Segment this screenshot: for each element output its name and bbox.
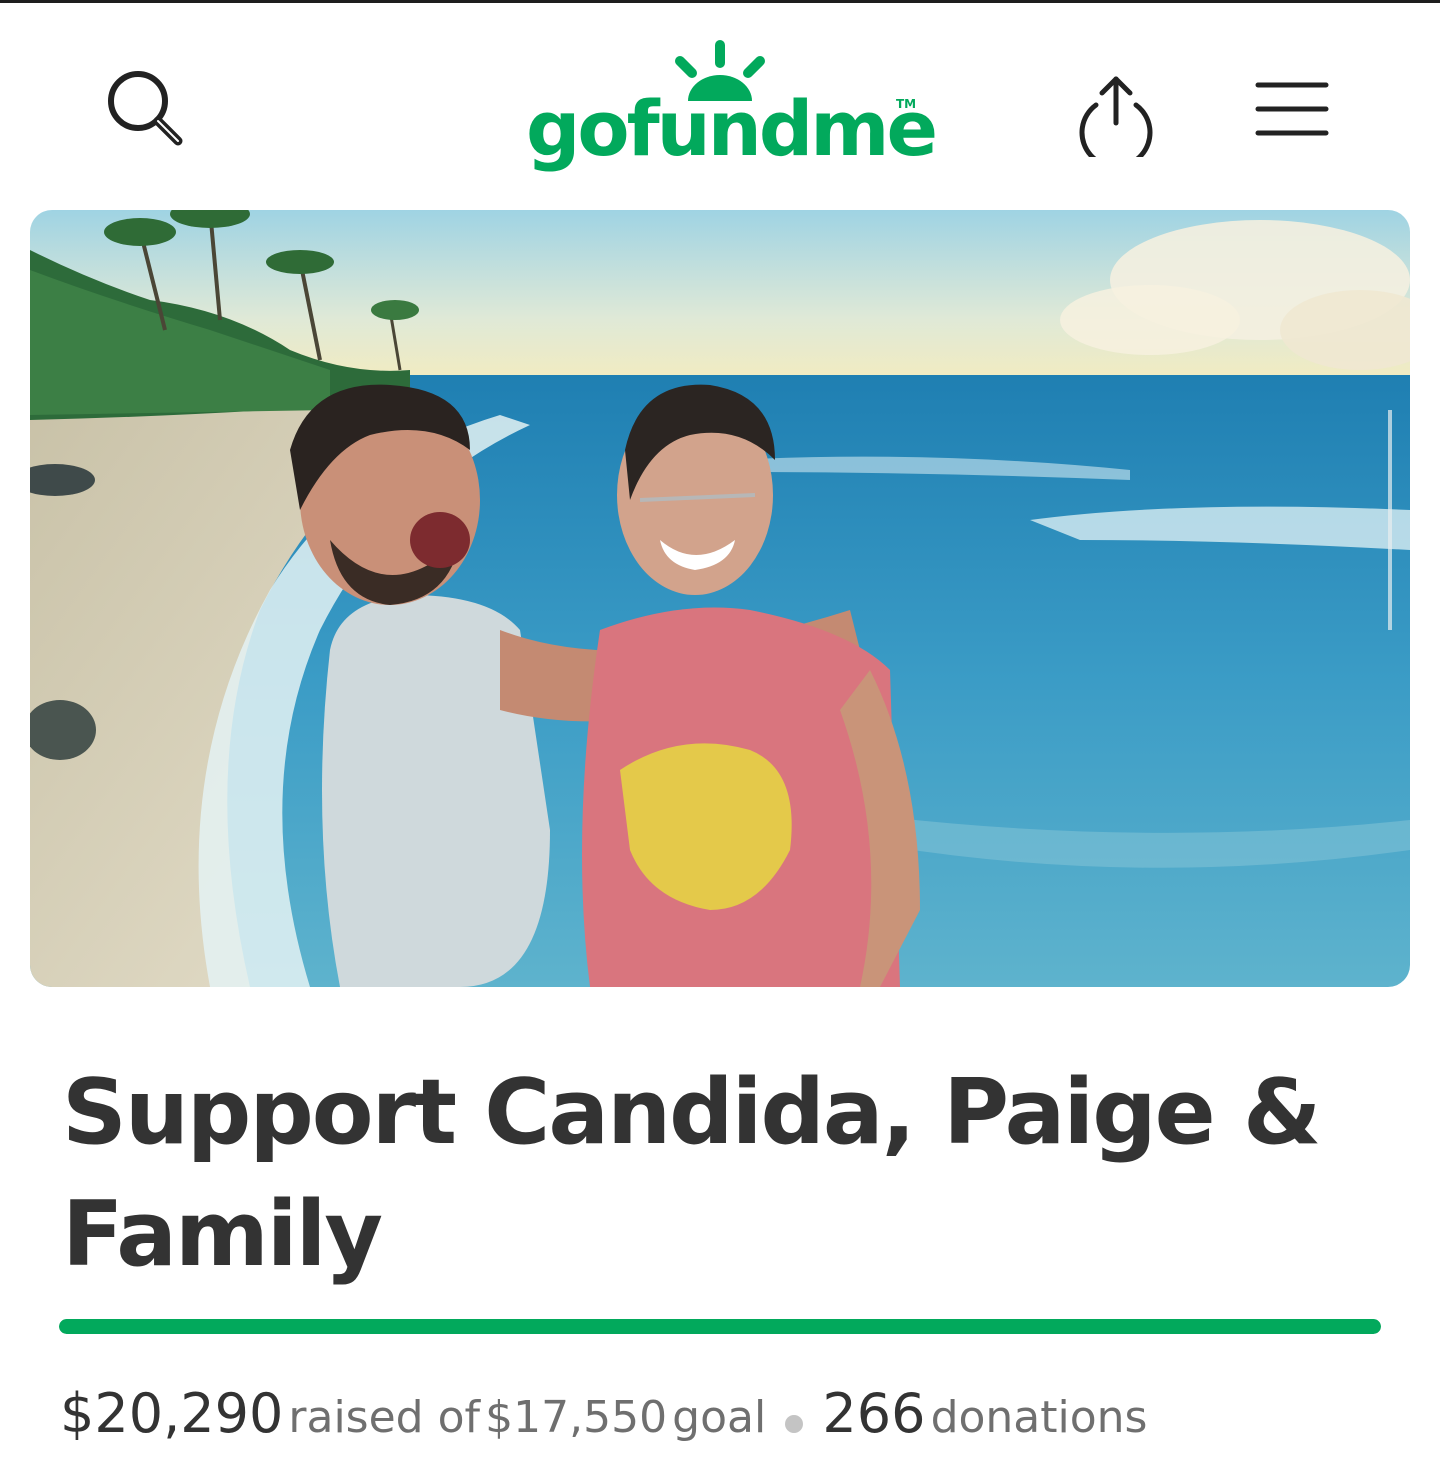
fundraising-stats: $20,290 raised of $17,550 goal 266 donat… <box>60 1378 1147 1463</box>
share-icon <box>1079 76 1153 157</box>
top-navigation-bar: gofundme TM <box>0 3 1440 203</box>
share-button[interactable] <box>1070 65 1162 157</box>
logo-wordmark: gofundme <box>526 84 938 173</box>
progress-bar-fill <box>59 1319 1381 1334</box>
search-icon <box>108 71 183 146</box>
menu-icon <box>1255 82 1329 136</box>
goal-label: goal <box>672 1392 767 1443</box>
donations-label: donations <box>930 1392 1148 1443</box>
goal-amount: $17,550 <box>485 1392 668 1443</box>
donation-count: 266 <box>822 1382 926 1445</box>
menu-button[interactable] <box>1250 67 1334 151</box>
separator-dot <box>785 1414 804 1433</box>
campaign-photo[interactable] <box>30 210 1410 987</box>
search-button[interactable] <box>100 63 192 155</box>
campaign-title: Support Candida, Paige & Family <box>62 1060 1322 1287</box>
trademark-mark: TM <box>896 97 917 111</box>
raised-amount: $20,290 <box>60 1382 284 1445</box>
gofundme-logo[interactable]: gofundme TM <box>520 39 938 184</box>
progress-bar <box>59 1319 1381 1334</box>
raised-label: raised of <box>288 1392 481 1443</box>
